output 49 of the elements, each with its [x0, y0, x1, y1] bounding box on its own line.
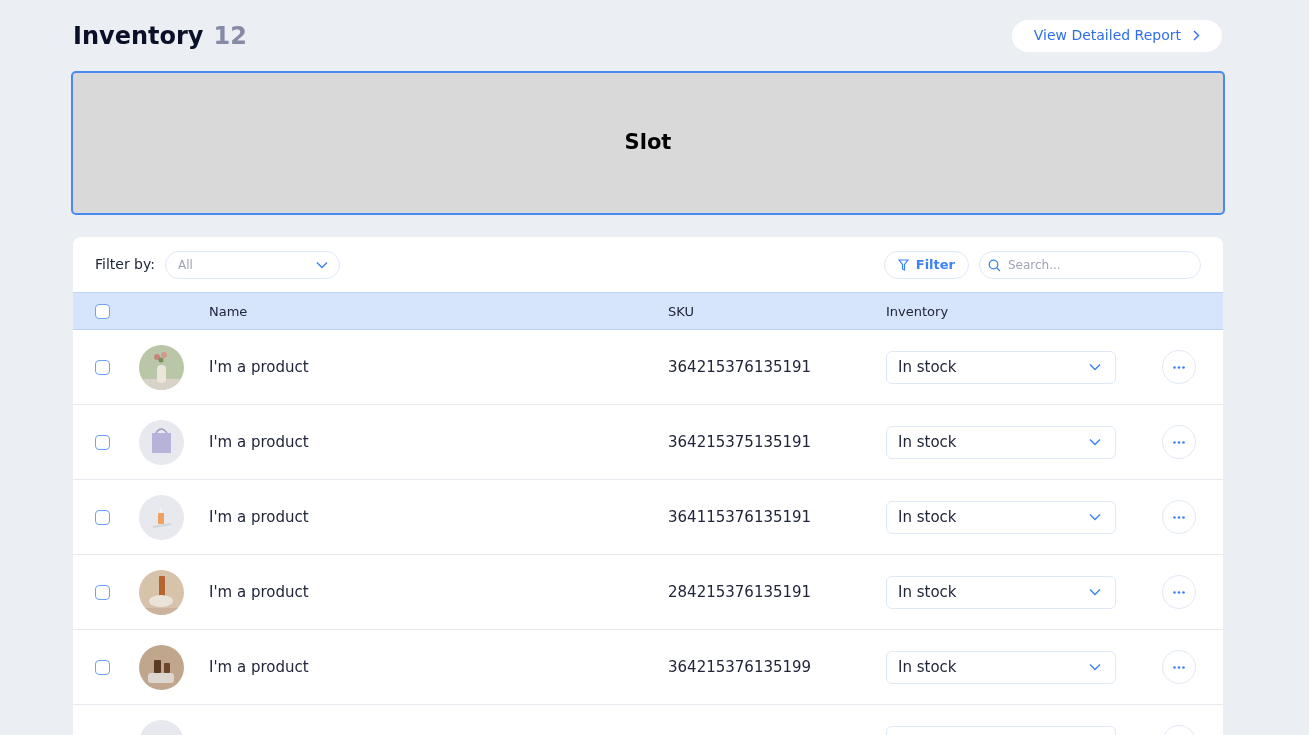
column-header: SKU: [668, 304, 694, 319]
chevron-down-icon: [1089, 663, 1101, 671]
product-name: I'm a product: [209, 358, 309, 376]
more-actions-button[interactable]: [1162, 350, 1196, 384]
more-icon: [1173, 665, 1185, 669]
product-name: I'm a product: [209, 583, 309, 601]
page-title: Inventory: [73, 20, 204, 52]
slot-label: Slot: [624, 129, 672, 157]
inventory-dropdown[interactable]: In stock: [886, 425, 1116, 459]
chevron-down-icon: [1089, 513, 1101, 521]
sku-text: 364215376135191: [668, 358, 812, 376]
sku-text: 364215376135199: [668, 658, 812, 676]
more-actions-button[interactable]: [1162, 575, 1196, 609]
sku-text: 364215375135191: [668, 433, 812, 451]
chevron-down-icon: [316, 260, 328, 269]
inventory-dropdown[interactable]: In stock: [886, 650, 1116, 684]
chevron-down-icon: [1089, 438, 1101, 446]
more-icon: [1173, 590, 1185, 594]
product-name: I'm a product: [209, 658, 309, 676]
column-header: Name: [209, 304, 248, 319]
view-report-button[interactable]: View Detailed Report: [1011, 19, 1222, 52]
checkbox[interactable]: [95, 303, 110, 319]
checkbox[interactable]: [95, 584, 110, 600]
checkbox[interactable]: [95, 434, 110, 450]
product-name: I'm a product: [209, 433, 309, 451]
more-icon: [1173, 515, 1185, 519]
inventory-dropdown[interactable]: In stock: [886, 350, 1116, 384]
checkbox[interactable]: [95, 659, 110, 675]
sku-text: 284215376135191: [668, 583, 812, 601]
more-icon: [1173, 440, 1185, 444]
search-icon: [988, 258, 1001, 272]
more-actions-button[interactable]: [1162, 425, 1196, 459]
checkbox[interactable]: [95, 509, 110, 525]
more-actions-button[interactable]: [1162, 650, 1196, 684]
checkbox[interactable]: [95, 359, 110, 375]
product-name: I'm a product: [209, 508, 309, 526]
more-icon: [1173, 365, 1185, 369]
chevron-down-icon: [1089, 588, 1101, 596]
chevron-right-icon: [1193, 30, 1200, 41]
inventory-dropdown[interactable]: In stock: [886, 575, 1116, 609]
column-header: Inventory: [886, 304, 949, 319]
more-actions-button[interactable]: [1162, 500, 1196, 534]
chevron-down-icon: [1089, 363, 1101, 371]
item-count: 12: [213, 20, 247, 52]
filter-icon: [897, 258, 909, 271]
inventory-dropdown[interactable]: In stock: [886, 500, 1116, 534]
filter-label: Filter by:: [95, 255, 155, 274]
search-field[interactable]: Search...: [979, 250, 1201, 279]
sku-text: 364115376135191: [668, 508, 812, 526]
